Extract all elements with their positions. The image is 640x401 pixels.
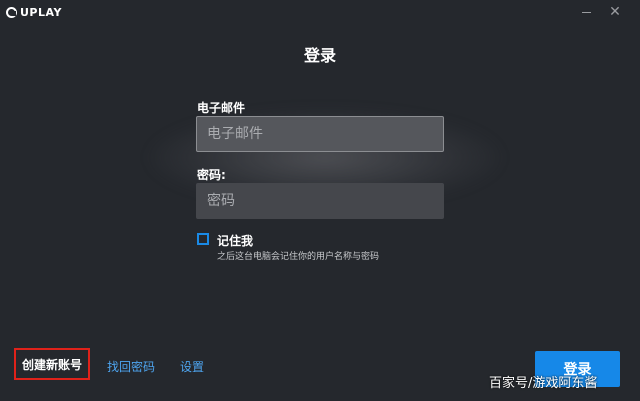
email-field[interactable] — [196, 116, 444, 152]
minimize-button[interactable] — [578, 3, 596, 21]
remember-me-checkbox[interactable] — [197, 233, 209, 245]
settings-link[interactable]: 设置 — [180, 358, 204, 375]
minimize-icon — [582, 12, 591, 13]
close-button[interactable]: ✕ — [606, 3, 624, 21]
create-account-label: 创建新账号 — [21, 357, 82, 372]
remember-me-label[interactable]: 记住我 — [217, 232, 253, 249]
login-window: UPLAY ✕ 登录 电子邮件 密码: 记住我 之后这台电脑会记住你的用户名称与… — [0, 0, 640, 401]
forgot-password-link[interactable]: 找回密码 — [107, 358, 155, 375]
password-label: 密码: — [197, 168, 226, 182]
close-icon: ✕ — [609, 4, 621, 20]
page-title: 登录 — [303, 46, 336, 65]
uplay-logo-icon — [6, 6, 17, 18]
uplay-logo: UPLAY — [6, 5, 62, 19]
create-account-link[interactable]: 创建新账号 — [14, 348, 90, 380]
password-field[interactable] — [196, 183, 444, 219]
logo-text: UPLAY — [20, 5, 62, 19]
watermark: 百家号/游戏阿东酱 — [489, 376, 598, 391]
remember-me-hint: 之后这台电脑会记住你的用户名称与密码 — [217, 252, 380, 262]
email-label: 电子邮件 — [197, 101, 246, 115]
